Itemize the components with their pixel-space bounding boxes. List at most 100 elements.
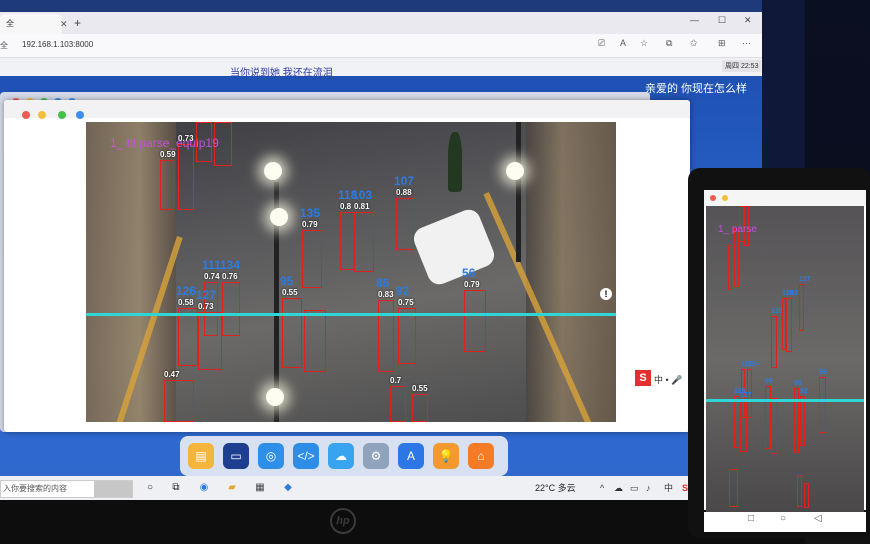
mirror-extra-dot[interactable] — [76, 111, 84, 119]
phone-home-button[interactable]: ○ — [780, 513, 786, 524]
phone-person-box — [804, 483, 809, 508]
confidence-label: 0.83 — [378, 290, 394, 299]
minimize-button[interactable]: — — [690, 15, 699, 25]
more-icon[interactable]: ⋯ — [742, 38, 751, 49]
person-bounding-box — [304, 310, 326, 372]
white-car — [410, 206, 498, 288]
favorite-icon[interactable]: ☆ — [640, 38, 648, 49]
tray-network-icon[interactable]: ▭ — [630, 476, 639, 500]
lyric-banner-right: 亲爱的 你现在怎么样 — [645, 83, 748, 95]
mirror-titlebar — [4, 100, 690, 118]
phone-min-dot[interactable] — [722, 195, 728, 201]
calculator-icon[interactable]: ▦ — [252, 480, 268, 496]
confidence-label: 0.7 — [390, 376, 402, 385]
confidence-label: 0.81 — [354, 202, 370, 211]
hp-logo: hp — [330, 508, 356, 534]
settings-app-icon[interactable]: ⚙ — [363, 443, 389, 469]
confidence-label: 0.76 — [222, 272, 238, 281]
new-tab-button[interactable]: + — [74, 16, 81, 30]
person-bounding-box — [396, 198, 414, 250]
track-id-label: 107 — [394, 174, 415, 188]
tray-cloud-icon[interactable]: ☁ — [614, 476, 623, 500]
tab-close-icon[interactable]: ✕ — [60, 19, 68, 30]
track-id-label: 56 — [462, 266, 476, 280]
person-bounding-box — [164, 380, 194, 422]
phone-person-box — [771, 398, 778, 454]
mirror-min-dot[interactable] — [38, 111, 46, 119]
person-bounding-box — [378, 300, 394, 372]
confidence-label: 0.79 — [464, 280, 480, 289]
code-app-icon[interactable]: </> — [293, 443, 319, 469]
detection-video: 0.59 0.73 135 0.79 118 0.8 103 0.81 107 0.88 1111 0… — [86, 122, 616, 422]
sogou-icon[interactable]: S — [635, 370, 651, 386]
phone-track-id-label: 107 — [799, 276, 811, 283]
track-id-label: 126 — [176, 284, 197, 298]
confidence-label: 0.55 — [282, 288, 298, 297]
person-bounding-box — [198, 312, 222, 370]
lamp-pole — [516, 122, 521, 262]
person-bounding-box — [390, 386, 406, 422]
files-app-icon[interactable]: ▤ — [188, 443, 214, 469]
confidence-label: 0.75 — [398, 298, 414, 307]
cast-icon[interactable]: ⎚ — [598, 38, 605, 49]
tray-caret-icon[interactable]: ^ — [600, 476, 604, 500]
phone-person-box — [819, 377, 826, 433]
phone-close-dot[interactable] — [710, 195, 716, 201]
phone-back-button[interactable]: ◁ — [814, 513, 822, 524]
track-id-label: 127 — [196, 288, 217, 302]
street-lamp — [266, 388, 284, 406]
browser-app-icon[interactable]: ◎ — [258, 443, 284, 469]
ime-items[interactable]: 中 • 🎤 — [654, 373, 682, 386]
appstore-app-icon[interactable]: A — [398, 443, 424, 469]
tray-volume-icon[interactable]: ♪ — [646, 476, 651, 500]
confidence-label: 0.59 — [160, 150, 176, 159]
browser-tab[interactable]: 全 — [0, 14, 62, 34]
cortana-icon[interactable]: ○ — [142, 480, 158, 496]
person-bounding-box — [178, 144, 194, 210]
person-bounding-box — [340, 212, 354, 270]
hub-app-icon[interactable]: ⌂ — [468, 443, 494, 469]
desktop-app-icon[interactable]: ▭ — [223, 443, 249, 469]
tray-ime-label[interactable]: 中 — [664, 476, 673, 500]
mirror-close-dot[interactable] — [22, 111, 30, 119]
confidence-label: 0.79 — [302, 220, 318, 229]
close-button[interactable]: ✕ — [744, 15, 752, 26]
explorer-icon[interactable]: ▰ — [224, 480, 240, 496]
collections-icon[interactable]: ⊞ — [718, 38, 726, 49]
monitor-bezel — [0, 500, 805, 544]
security-label: 全 — [0, 41, 8, 50]
cloud-app-icon[interactable]: ☁ — [328, 443, 354, 469]
phone-track-id-label: 135 — [771, 308, 783, 315]
track-id-label: 134 — [220, 258, 241, 272]
url-text[interactable]: 192.168.1.103:8000 — [22, 40, 93, 49]
person-bounding-box — [302, 230, 322, 288]
phone-overlay-label: 1_ parse — [718, 224, 757, 235]
info-icon[interactable]: ! — [600, 288, 612, 300]
person-bounding-box — [222, 282, 240, 336]
phone-person-box — [729, 469, 738, 507]
desktop-photo: hp 全 ✕ + — ☐ ✕ 全 192.168.1.103:8000 ⎚ A … — [0, 0, 870, 544]
phone-person-box — [794, 388, 799, 453]
task-view-icon[interactable]: ⧉ — [168, 480, 184, 496]
vscode-icon[interactable]: ◆ — [280, 480, 296, 496]
phone-counting-line — [706, 399, 864, 402]
phone-recent-button[interactable]: □ — [748, 513, 754, 524]
favorites-icon[interactable]: ✩ — [690, 38, 698, 49]
edge-icon[interactable]: ◉ — [196, 480, 212, 496]
phone-track-id-label: 127 — [740, 392, 752, 399]
phone-person-box — [740, 400, 747, 452]
counting-line — [86, 313, 616, 316]
person-bounding-box — [282, 298, 302, 368]
tips-app-icon[interactable]: 💡 — [433, 443, 459, 469]
read-aloud-icon[interactable]: A — [620, 38, 626, 48]
mirror-max-dot[interactable] — [58, 111, 66, 119]
extensions-icon[interactable]: ⧉ — [666, 38, 672, 49]
maximize-button[interactable]: ☐ — [718, 15, 726, 26]
overlay-label: 1_ ttl parse_equip19 — [110, 136, 219, 150]
phone-track-id-label: 92 — [800, 388, 808, 395]
track-id-label: 135 — [300, 206, 321, 220]
search-thumbnail — [94, 481, 132, 497]
person-bounding-box — [412, 394, 428, 422]
weather-widget[interactable]: 22°C 多云 — [535, 476, 576, 500]
phone-person-box — [800, 396, 805, 446]
